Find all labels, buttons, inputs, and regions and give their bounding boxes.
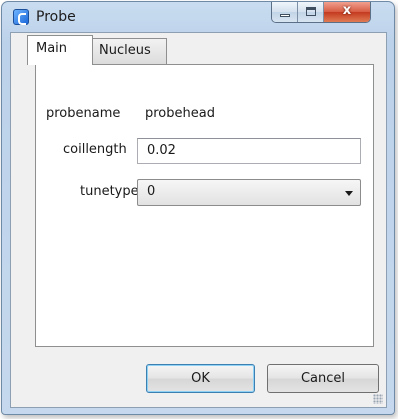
title-bar[interactable]: Probe x (2, 2, 394, 32)
ok-button[interactable]: OK (146, 364, 255, 393)
tunetype-selected-value: 0 (147, 184, 156, 199)
close-button[interactable]: x (324, 2, 370, 22)
minimize-button[interactable] (272, 2, 298, 22)
window-title: Probe (36, 9, 76, 25)
tab-nucleus[interactable]: Nucleus (93, 38, 167, 64)
probename-label: probename (46, 106, 121, 121)
tab-main[interactable]: Main (27, 35, 93, 65)
window-controls: x (271, 2, 371, 23)
app-icon (13, 9, 29, 25)
maximize-button[interactable] (298, 2, 324, 22)
cancel-button[interactable]: Cancel (267, 364, 379, 393)
resize-grip-icon[interactable] (373, 394, 383, 404)
maximize-icon (306, 7, 316, 16)
probename-value: probehead (145, 106, 215, 121)
close-icon: x (342, 3, 352, 18)
coillength-input[interactable]: 0.02 (137, 138, 361, 164)
coillength-label: coillength (63, 142, 127, 157)
minimize-icon (280, 14, 290, 17)
tunetype-select[interactable]: 0 (137, 179, 361, 206)
chevron-down-icon (345, 191, 353, 196)
tunetype-label: tunetype (80, 184, 139, 199)
